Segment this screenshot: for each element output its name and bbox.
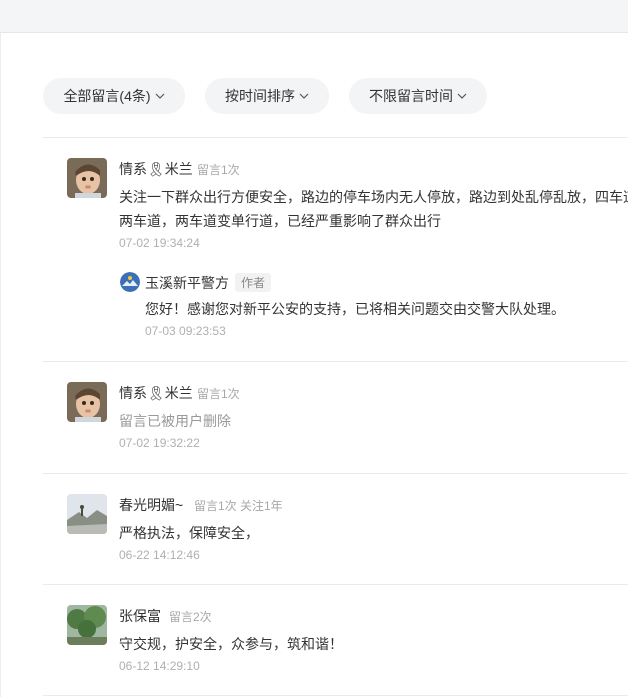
avatar[interactable] — [67, 158, 107, 198]
comment-count-meta: 留言2次 — [169, 610, 212, 624]
comment-timestamp: 06-22 14:12:46 — [119, 548, 200, 562]
comment-author-name[interactable]: 情系🎗米兰 — [119, 159, 193, 179]
child-photo-icon — [67, 382, 107, 422]
comments-page: 全部留言(4条) 按时间排序 不限留言时间 情系🎗米兰 留言1次 关注一下群众出… — [0, 33, 628, 697]
sort-by-time-label: 按时间排序 — [225, 88, 295, 104]
sort-by-time-button[interactable]: 按时间排序 — [205, 78, 329, 114]
chevron-down-icon — [457, 93, 467, 99]
comment-count-meta: 留言1次 关注1年 — [194, 499, 283, 513]
filter-bar: 全部留言(4条) 按时间排序 不限留言时间 — [43, 78, 628, 114]
divider — [43, 473, 628, 474]
comment-text: 守交规，护安全，众参与，筑和谐！ — [119, 636, 343, 652]
author-badge: 作者 — [235, 273, 272, 292]
reply-author-name[interactable]: 玉溪新平警方 — [145, 273, 229, 293]
comment-author-name[interactable]: 春光明媚~ — [119, 495, 183, 515]
divider — [43, 137, 628, 138]
time-range-button[interactable]: 不限留言时间 — [349, 78, 487, 114]
comment-author-name[interactable]: 张保富 — [119, 606, 161, 626]
avatar[interactable] — [67, 494, 107, 534]
divider — [43, 584, 628, 585]
comment-count-meta: 留言1次 — [197, 163, 240, 177]
divider — [43, 361, 628, 362]
child-photo-icon — [67, 158, 107, 198]
top-bar — [0, 0, 628, 33]
comment-text-line: 两车道，两车道变单行道，已经严重影响了群众出行 — [119, 213, 441, 229]
filter-all-comments-label: 全部留言(4条) — [63, 88, 151, 104]
comment-text: 严格执法，保障安全， — [119, 525, 259, 541]
reply-timestamp: 07-03 09:23:53 — [145, 324, 226, 338]
chevron-down-icon — [299, 93, 309, 99]
comment-timestamp: 06-12 14:29:10 — [119, 659, 200, 673]
police-emblem-icon — [120, 272, 140, 292]
avatar[interactable] — [67, 382, 107, 422]
landscape-photo-icon — [67, 494, 107, 534]
divider — [43, 695, 628, 696]
trees-photo-icon — [67, 605, 107, 645]
comment-timestamp: 07-02 19:32:22 — [119, 436, 200, 450]
comment-count-meta: 留言1次 — [197, 387, 240, 401]
reply-text: 您好！感谢您对新平公安的支持，已将相关问题交由交警大队处理。 — [145, 301, 565, 317]
comment-timestamp: 07-02 19:34:24 — [119, 236, 200, 250]
chevron-down-icon — [155, 93, 164, 99]
deleted-comment-text: 留言已被用户删除 — [119, 413, 231, 429]
time-range-label: 不限留言时间 — [369, 88, 453, 104]
avatar[interactable] — [67, 605, 107, 645]
filter-all-comments-button[interactable]: 全部留言(4条) — [43, 78, 185, 114]
comment-author-name[interactable]: 情系🎗米兰 — [119, 383, 193, 403]
comment-text-line: 关注一下群众出行方便安全，路边的停车场内无人停放，路边到处乱停乱放，四车道 — [119, 189, 628, 205]
police-badge-avatar[interactable] — [120, 272, 140, 292]
